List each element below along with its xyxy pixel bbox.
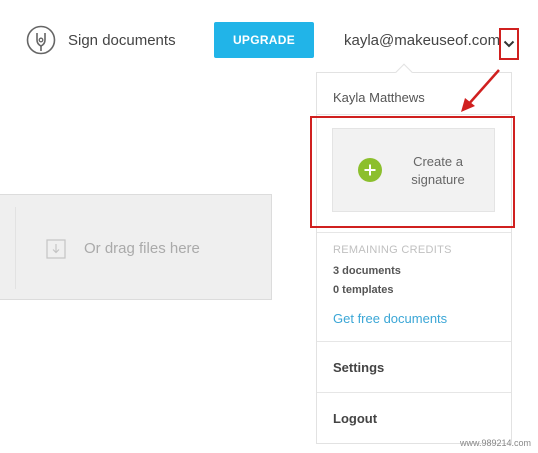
remaining-credits-title: REMAINING CREDITS bbox=[333, 244, 452, 256]
dropdown-divider bbox=[317, 392, 511, 393]
dropzone-text: Or drag files here bbox=[84, 240, 200, 257]
dropzone-divider bbox=[15, 207, 16, 289]
sign-documents-label[interactable]: Sign documents bbox=[68, 32, 176, 49]
upgrade-button[interactable]: UPGRADE bbox=[214, 22, 314, 58]
credits-templates: 0 templates bbox=[333, 284, 394, 296]
credits-documents: 3 documents bbox=[333, 265, 401, 277]
annotation-highlight-box bbox=[310, 116, 515, 228]
settings-menu-item[interactable]: Settings bbox=[333, 360, 384, 375]
dropdown-divider bbox=[317, 341, 511, 342]
file-dropzone[interactable]: Or drag files here bbox=[0, 194, 272, 300]
account-dropdown-toggle[interactable] bbox=[499, 28, 519, 60]
download-icon bbox=[46, 239, 66, 259]
get-free-documents-link[interactable]: Get free documents bbox=[333, 311, 447, 326]
pen-logo-icon bbox=[26, 25, 56, 55]
annotation-arrow-icon bbox=[461, 69, 500, 112]
logout-menu-item[interactable]: Logout bbox=[333, 411, 377, 426]
account-email[interactable]: kayla@makeuseof.com bbox=[344, 32, 500, 49]
chevron-down-icon bbox=[503, 40, 515, 48]
dropdown-user-name: Kayla Matthews bbox=[333, 90, 425, 105]
watermark: www.989214.com bbox=[460, 438, 532, 448]
dropdown-divider bbox=[317, 232, 511, 233]
